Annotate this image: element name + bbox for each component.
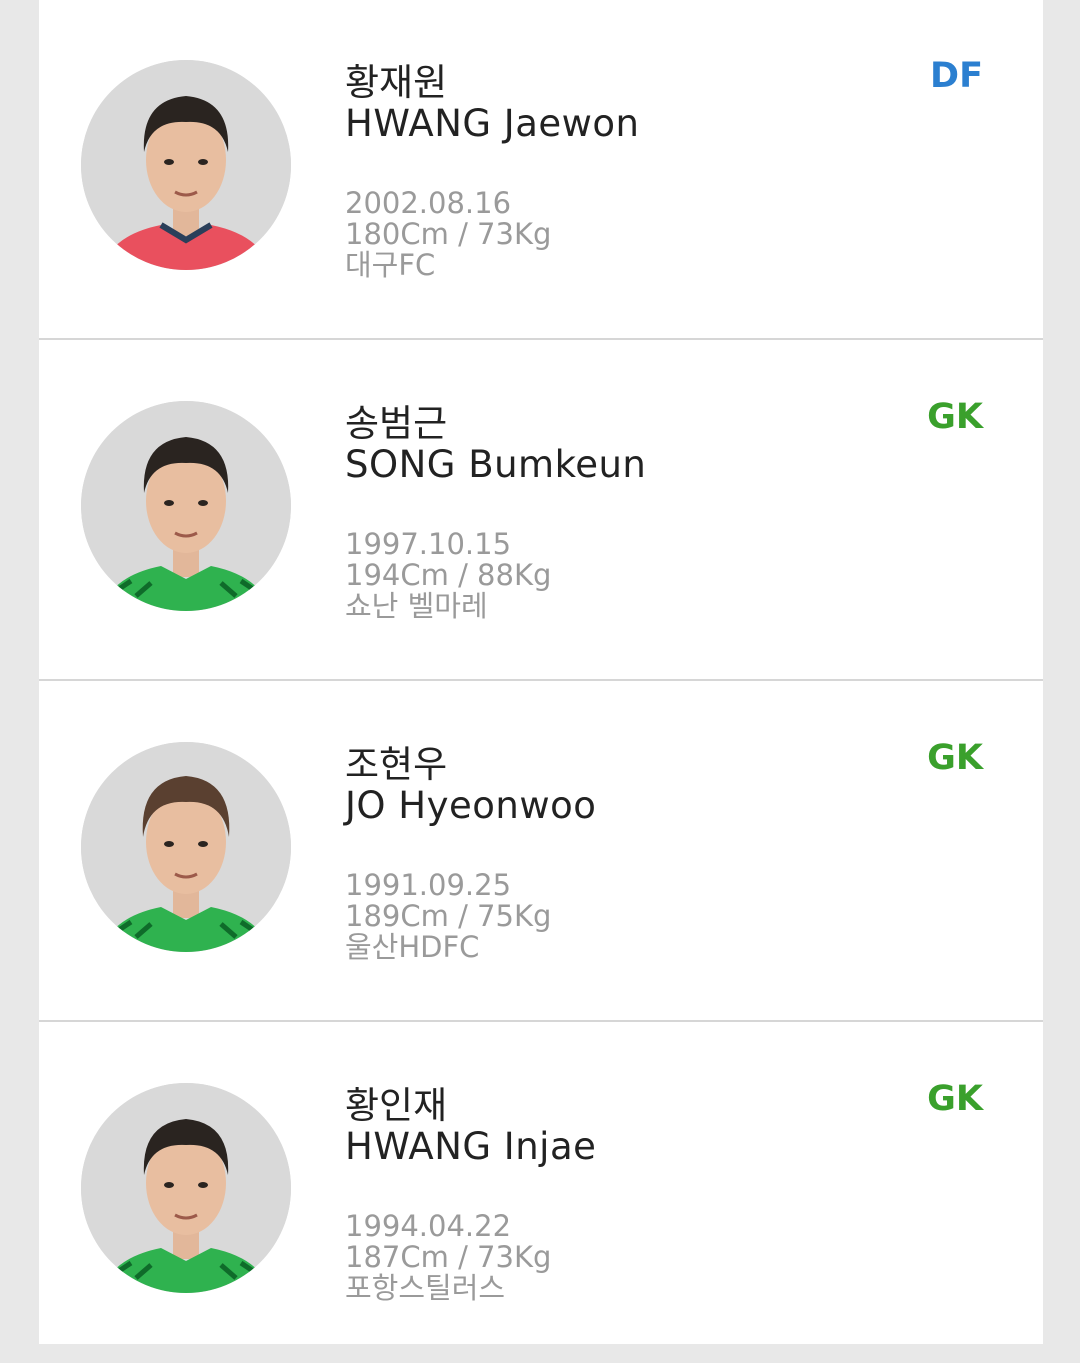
player-name-korean: 황재원 (345, 61, 448, 104)
player-card[interactable]: 조현우 JO Hyeonwoo 1991.09.25 189Cm / 75Kg … (39, 682, 1043, 1022)
player-club: 포항스틸러스 (345, 1271, 506, 1305)
player-name-english: HWANG Jaewon (345, 102, 640, 145)
player-birthdate: 2002.08.16 (345, 186, 512, 220)
player-club: 울산HDFC (345, 930, 480, 964)
player-card[interactable]: 송범근 SONG Bumkeun 1997.10.15 194Cm / 88Kg… (39, 341, 1043, 681)
player-name-english: SONG Bumkeun (345, 443, 647, 486)
player-name-english: HWANG Injae (345, 1125, 597, 1168)
player-card[interactable]: 황재원 HWANG Jaewon 2002.08.16 180Cm / 73Kg… (39, 0, 1043, 340)
position-badge: GK (927, 1079, 983, 1119)
player-name-korean: 황인재 (345, 1084, 448, 1127)
position-badge: GK (927, 738, 983, 778)
player-photo (81, 401, 291, 611)
player-name-korean: 송범근 (345, 402, 448, 445)
player-height-weight: 187Cm / 73Kg (345, 1240, 552, 1274)
player-photo (81, 742, 291, 952)
player-photo (81, 1083, 291, 1293)
player-list: 황재원 HWANG Jaewon 2002.08.16 180Cm / 73Kg… (39, 0, 1043, 1344)
position-badge: GK (927, 397, 983, 437)
player-club: 대구FC (345, 248, 436, 282)
player-height-weight: 194Cm / 88Kg (345, 558, 552, 592)
player-name-english: JO Hyeonwoo (345, 784, 597, 827)
player-photo (81, 60, 291, 270)
player-card[interactable]: 황인재 HWANG Injae 1994.04.22 187Cm / 73Kg … (39, 1023, 1043, 1363)
player-name-korean: 조현우 (345, 743, 448, 786)
player-club: 쇼난 벨마레 (345, 589, 488, 623)
player-height-weight: 180Cm / 73Kg (345, 217, 552, 251)
player-birthdate: 1991.09.25 (345, 868, 512, 902)
player-birthdate: 1997.10.15 (345, 527, 512, 561)
player-birthdate: 1994.04.22 (345, 1209, 512, 1243)
player-height-weight: 189Cm / 75Kg (345, 899, 552, 933)
position-badge: DF (930, 56, 983, 96)
